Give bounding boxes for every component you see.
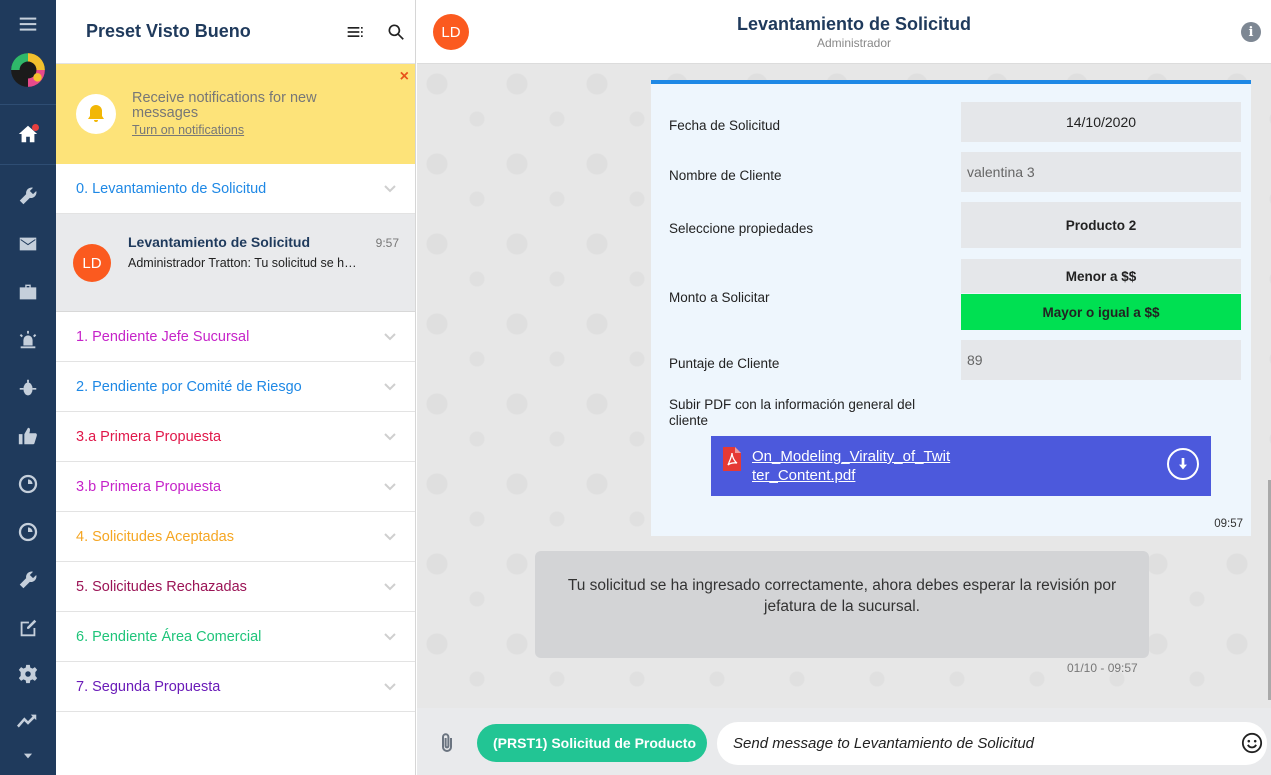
chart-dial-icon-2[interactable] (0, 508, 56, 556)
chevron-down-icon[interactable] (383, 379, 397, 393)
pdf-file-name[interactable]: On_Modeling_Virality_of_Twitter_Content.… (752, 447, 952, 485)
sidebar-group-label: 4. Solicitudes Aceptadas (76, 528, 234, 545)
enable-notifications-link[interactable]: Turn on notifications (132, 123, 352, 137)
wrench-icon[interactable] (0, 172, 56, 220)
sidebar-group-label: 6. Pendiente Área Comercial (76, 628, 262, 645)
sidebar-group-label: 1. Pendiente Jefe Sucursal (76, 328, 250, 345)
settings-gear-icon[interactable] (0, 650, 56, 698)
preset-form-button[interactable]: (PRST1) Solicitud de Producto (477, 724, 707, 762)
chevron-down-icon[interactable] (383, 629, 397, 643)
chat-list-item[interactable]: LD Levantamiento de Solicitud 9:57 Administ… (56, 214, 415, 312)
option-menor[interactable]: Menor a $$ (961, 259, 1241, 293)
sidebar-group-label: 3.a Primera Propuesta (76, 428, 222, 445)
field-label-client: Nombre de Cliente (669, 168, 782, 183)
chat-item-preview: Administrador Tratton: Tu solicitud se h… (128, 256, 358, 270)
notification-message: Receive notifications for new messages (132, 90, 317, 121)
conversation-group-list: 0. Levantamiento de Solicitud LD Levantami… (56, 164, 415, 712)
bell-icon (76, 94, 116, 134)
sidebar-header: Preset Visto Bueno (56, 0, 415, 64)
chevron-down-icon[interactable] (383, 479, 397, 493)
download-icon[interactable] (1167, 448, 1199, 480)
chevron-down-icon[interactable] (383, 529, 397, 543)
field-value-date: 14/10/2020 (961, 102, 1241, 142)
field-label-score: Puntaje de Cliente (669, 356, 780, 371)
sidebar-group-8[interactable]: 7. Segunda Propuesta (56, 662, 415, 712)
sidebar-group-1[interactable]: 1. Pendiente Jefe Sucursal (56, 312, 415, 362)
chevron-down-icon[interactable] (0, 736, 56, 775)
search-icon[interactable] (386, 22, 406, 42)
form-timestamp: 09:57 (1214, 518, 1243, 530)
conversation-sidebar: Preset Visto Bueno Receive notifications… (56, 0, 416, 775)
briefcase-icon[interactable] (0, 268, 56, 316)
sidebar-group-5[interactable]: 4. Solicitudes Aceptadas (56, 512, 415, 562)
thumbs-up-icon[interactable] (0, 412, 56, 460)
home-icon[interactable] (0, 110, 56, 158)
chat-header: LD Levantamiento de Solicitud Administra… (417, 0, 1271, 64)
field-label-amount: Monto a Solicitar (669, 290, 770, 305)
filter-list-icon[interactable] (346, 22, 366, 42)
message-composer: (PRST1) Solicitud de Producto (417, 708, 1271, 775)
chevron-down-icon[interactable] (383, 679, 397, 693)
field-value-client: valentina 3 (961, 152, 1241, 192)
message-text: Tu solicitud se ha ingresado correctamen… (567, 577, 1117, 615)
form-card: Fecha de Solicitud 14/10/2020 Nombre de … (651, 80, 1251, 536)
sidebar-group-0[interactable]: 0. Levantamiento de Solicitud (56, 164, 415, 214)
sidebar-group-2[interactable]: 2. Pendiente por Comité de Riesgo (56, 362, 415, 412)
sidebar-group-3[interactable]: 3.a Primera Propuesta (56, 412, 415, 462)
chat-panel: LD Levantamiento de Solicitud Administra… (417, 0, 1271, 775)
sidebar-group-7[interactable]: 6. Pendiente Área Comercial (56, 612, 415, 662)
sidebar-title: Preset Visto Bueno (86, 21, 251, 41)
bug-icon[interactable] (0, 364, 56, 412)
field-label-date: Fecha de Solicitud (669, 118, 781, 133)
mail-icon[interactable] (0, 220, 56, 268)
close-icon[interactable]: × (400, 68, 409, 86)
sidebar-group-label: 3.b Primera Propuesta (76, 478, 222, 495)
message-timestamp: 01/10 - 09:57 (1067, 661, 1138, 675)
notification-banner: Receive notifications for new messages T… (56, 64, 415, 164)
sidebar-group-label: 2. Pendiente por Comité de Riesgo (76, 378, 302, 395)
tools-icon[interactable] (0, 556, 56, 604)
app-logo-icon (0, 46, 56, 94)
message-bubble: Tu solicitud se ha ingresado correctamen… (535, 551, 1149, 658)
chat-item-title: Levantamiento de Solicitud (128, 234, 311, 250)
sidebar-group-label: 7. Segunda Propuesta (76, 678, 221, 695)
option-mayor-selected[interactable]: Mayor o igual a $$ (961, 294, 1241, 330)
field-label-properties: Seleccione propiedades (669, 221, 814, 236)
alarm-light-icon[interactable] (0, 316, 56, 364)
field-value-score: 89 (961, 340, 1241, 380)
pdf-attachment[interactable]: On_Modeling_Virality_of_Twitter_Content.… (711, 436, 1211, 496)
chevron-down-icon[interactable] (383, 181, 397, 195)
chart-dial-icon[interactable] (0, 460, 56, 508)
app-rail (0, 0, 56, 775)
message-input[interactable] (717, 722, 1267, 765)
sidebar-group-label: 5. Solicitudes Rechazadas (76, 578, 247, 595)
paperclip-icon[interactable] (437, 732, 457, 754)
chat-item-time: 9:57 (375, 236, 399, 250)
emoji-icon[interactable] (1241, 732, 1263, 754)
avatar: LD (73, 244, 111, 282)
sidebar-group-4[interactable]: 3.b Primera Propuesta (56, 462, 415, 512)
info-icon[interactable]: i (1241, 22, 1261, 42)
field-label-upload: Subir PDF con la información general del… (669, 397, 916, 428)
chat-subtitle: Administrador (816, 36, 892, 50)
home-badge-dot (32, 124, 39, 131)
field-option-product[interactable]: Producto 2 (961, 202, 1241, 248)
menu-icon[interactable] (0, 0, 56, 48)
chat-title: Levantamiento de Solicitud (736, 14, 972, 34)
sidebar-group-label: 0. Levantamiento de Solicitud (76, 180, 267, 197)
pdf-file-icon (723, 447, 741, 471)
chevron-down-icon[interactable] (383, 429, 397, 443)
sidebar-group-6[interactable]: 5. Solicitudes Rechazadas (56, 562, 415, 612)
edit-note-icon[interactable] (0, 604, 56, 652)
chevron-down-icon[interactable] (383, 579, 397, 593)
chevron-down-icon[interactable] (383, 329, 397, 343)
